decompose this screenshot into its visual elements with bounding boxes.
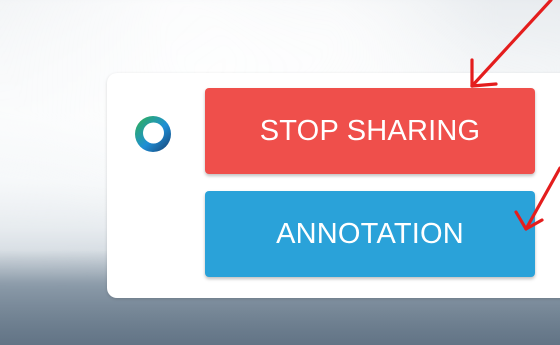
annotation-label: ANNOTATION: [276, 217, 464, 250]
stop-sharing-label: STOP SHARING: [259, 114, 481, 147]
stop-sharing-button[interactable]: STOP SHARING: [205, 88, 535, 174]
webex-logo-icon: [133, 114, 173, 154]
annotation-button[interactable]: ANNOTATION: [205, 191, 535, 277]
screen-background: STOP SHARING ANNOTATION: [0, 0, 560, 345]
